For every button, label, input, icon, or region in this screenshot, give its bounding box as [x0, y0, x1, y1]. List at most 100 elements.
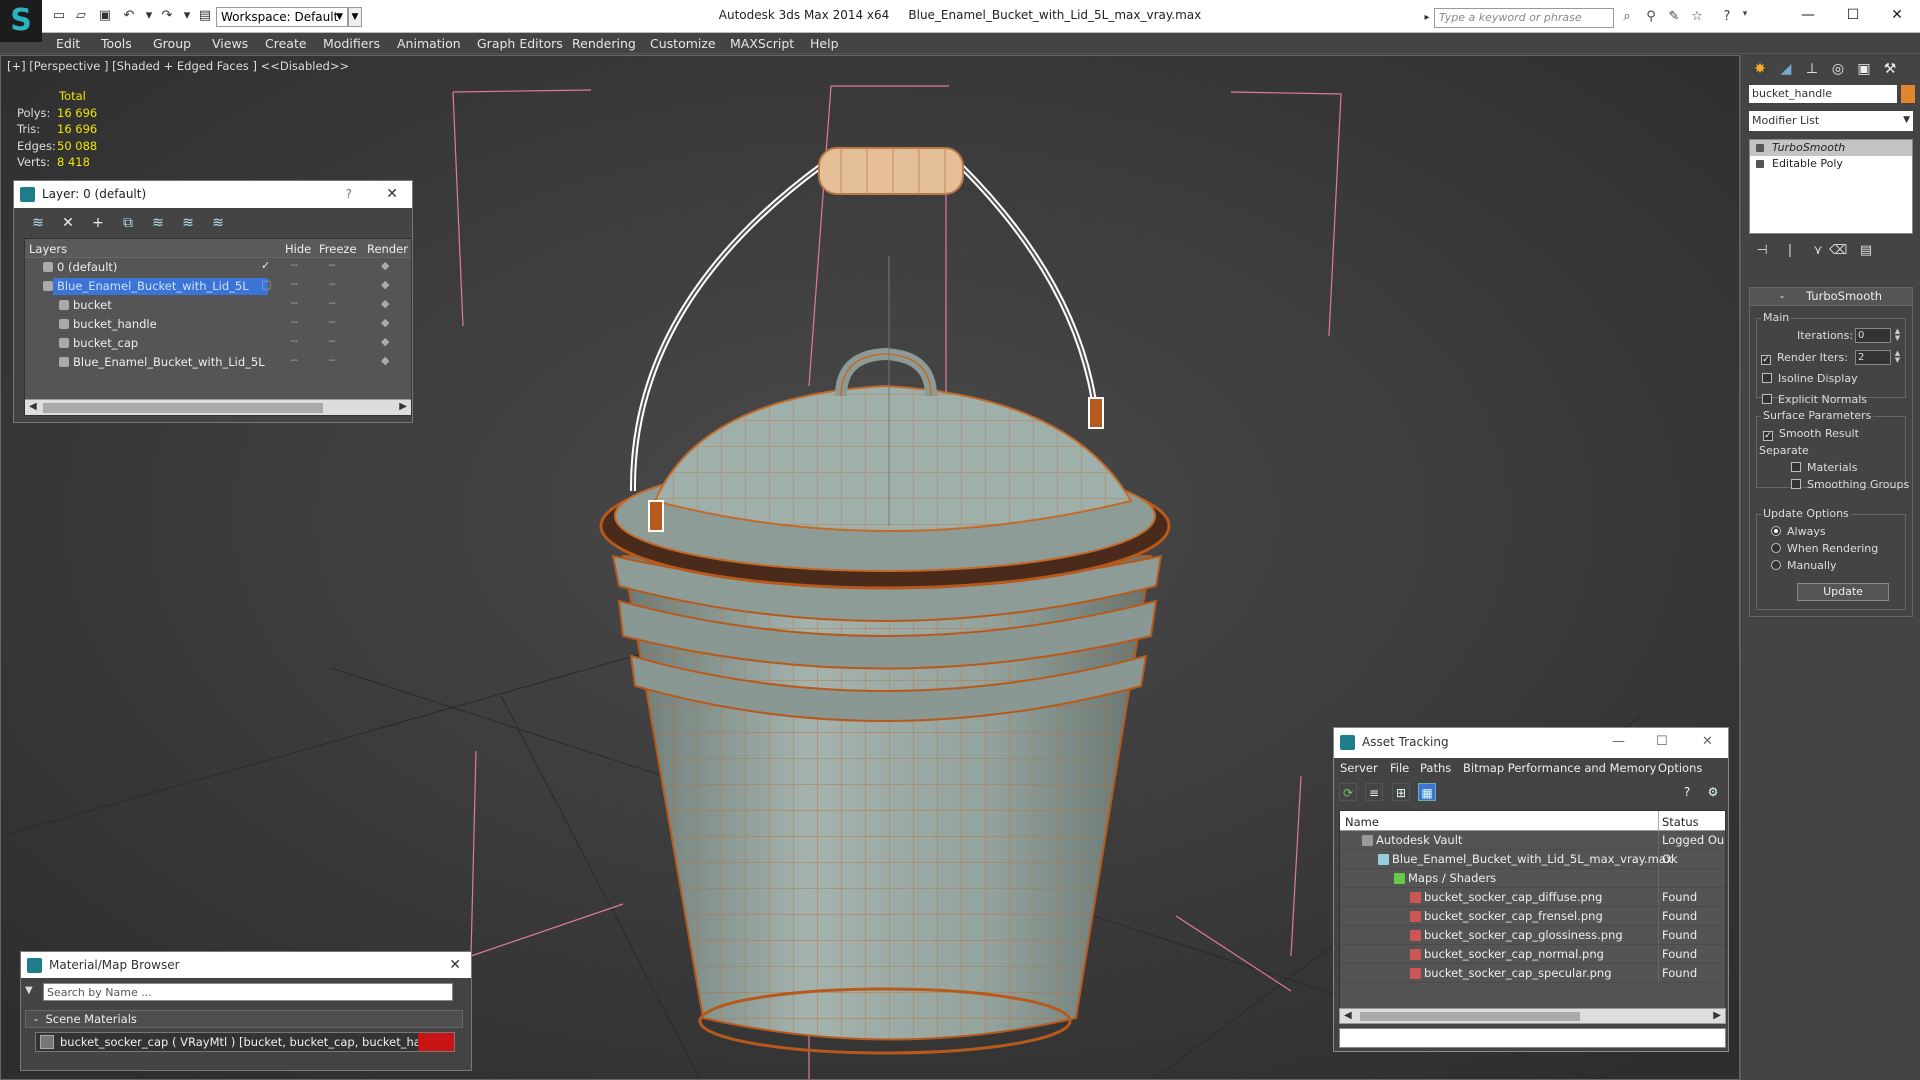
object-name-input[interactable]: bucket_handle — [1749, 85, 1897, 103]
scroll-left-icon[interactable]: ◀ — [1344, 1010, 1352, 1021]
delete-layer-icon[interactable]: ✕ — [58, 213, 78, 233]
hierarchy-tab-icon[interactable]: ⊥ — [1801, 58, 1823, 80]
help-icon[interactable]: ? — [346, 181, 352, 207]
select-objects-icon[interactable]: ⧉ — [118, 213, 138, 233]
freeze-toggle[interactable]: ┄ — [329, 335, 336, 348]
scroll-left-icon[interactable]: ◀ — [29, 401, 37, 412]
active-layer-check-icon[interactable]: ✓ — [261, 259, 270, 272]
freeze-toggle[interactable]: ┄ — [329, 259, 336, 272]
material-browser-titlebar[interactable]: Material/Map Browser ✕ — [21, 952, 471, 978]
status-column-header[interactable]: Status — [1662, 815, 1699, 829]
manually-row[interactable]: Manually — [1771, 559, 1837, 572]
spinner-arrows-icon[interactable]: ▲ ▼ — [1893, 350, 1902, 365]
scrollbar-thumb[interactable] — [1360, 1012, 1580, 1021]
menu-edit[interactable]: Edit — [56, 36, 80, 51]
scrollbar-thumb[interactable] — [43, 403, 323, 413]
stack-item-editable-poly[interactable]: Editable Poly — [1750, 156, 1912, 172]
stack-item-turbosmooth[interactable]: TurboSmooth — [1750, 140, 1912, 156]
smooth-result-checkbox[interactable]: ✓ — [1763, 431, 1773, 441]
tree-view-icon[interactable]: ⊞ — [1392, 783, 1410, 801]
layer-row[interactable]: Blue_Enamel_Bucket_with_Lid_5L ┄ ┄ ◆ — [25, 353, 411, 372]
menu-views[interactable]: Views — [212, 36, 248, 51]
pin-stack-icon[interactable]: ⊣ — [1753, 243, 1771, 261]
render-toggle-icon[interactable]: ◆ — [381, 354, 389, 367]
add-to-layer-icon[interactable]: + — [88, 213, 108, 233]
layer-row[interactable]: bucket_handle ┄ ┄ ◆ — [25, 315, 411, 334]
create-layer-icon[interactable]: ≋ — [28, 213, 48, 233]
scroll-right-icon[interactable]: ▶ — [399, 401, 407, 412]
hide-toggle[interactable]: ┄ — [291, 335, 298, 348]
iterations-spinner[interactable]: 0 — [1855, 328, 1891, 343]
scene-materials-group[interactable]: - Scene Materials — [25, 1010, 463, 1028]
asset-row[interactable]: Autodesk Vault Logged Ou — [1340, 831, 1725, 850]
menu-modifiers[interactable]: Modifiers — [323, 36, 380, 51]
modify-tab-icon[interactable]: ◢ — [1775, 58, 1797, 80]
freeze-toggle[interactable]: ┄ — [329, 316, 336, 329]
list-view-icon[interactable]: ≡ — [1365, 783, 1383, 801]
layer-row[interactable]: bucket ┄ ┄ ◆ — [25, 296, 411, 315]
utilities-tab-icon[interactable]: ⚒ — [1879, 58, 1901, 80]
close-icon[interactable]: ✕ — [386, 181, 398, 207]
isoline-display-row[interactable]: Isoline Display — [1762, 372, 1858, 385]
layer-panel-titlebar[interactable]: Layer: 0 (default) ? ✕ — [14, 181, 412, 208]
always-radio[interactable] — [1771, 526, 1781, 536]
asset-menu-bitmap-performance[interactable]: Bitmap Performance and Memory — [1463, 761, 1656, 775]
smoothing-groups-checkbox[interactable] — [1791, 479, 1801, 489]
search-by-name-input[interactable]: Search by Name ... — [43, 983, 453, 1001]
layer-row[interactable]: 0 (default) ✓ ┄ ┄ ◆ — [25, 258, 411, 277]
render-toggle-icon[interactable]: ◆ — [381, 335, 389, 348]
motion-tab-icon[interactable]: ◎ — [1827, 58, 1849, 80]
maximize-icon[interactable]: ☐ — [1656, 728, 1668, 756]
freeze-toggle[interactable]: ┄ — [329, 278, 336, 291]
menu-create[interactable]: Create — [265, 36, 307, 51]
render-iters-checkbox[interactable]: ✓ — [1761, 355, 1771, 365]
menu-tools[interactable]: Tools — [101, 36, 132, 51]
explicit-normals-row[interactable]: Explicit Normals — [1762, 393, 1867, 406]
table-view-icon[interactable]: ▦ — [1418, 783, 1436, 801]
layers-column-header[interactable]: Layers — [29, 242, 67, 256]
asset-tracking-titlebar[interactable]: Asset Tracking — ☐ ✕ — [1334, 728, 1728, 758]
hide-column-header[interactable]: Hide — [285, 242, 311, 256]
asset-row[interactable]: bucket_socker_cap_normal.png Found — [1340, 945, 1725, 964]
refresh-icon[interactable]: ⟳ — [1339, 783, 1357, 801]
smooth-result-row[interactable]: ✓ Smooth Result — [1763, 427, 1859, 441]
display-tab-icon[interactable]: ▣ — [1853, 58, 1875, 80]
create-tab-icon[interactable]: ✸ — [1749, 58, 1771, 80]
render-iters-spinner[interactable]: 2 — [1855, 350, 1891, 365]
close-icon[interactable]: ✕ — [1874, 3, 1920, 27]
configure-sets-icon[interactable]: ▤ — [1857, 243, 1875, 261]
modifier-list-dropdown[interactable]: Modifier List ▼ — [1749, 111, 1913, 131]
hide-all-layers-icon[interactable]: ≋ — [178, 213, 198, 233]
spinner-arrows-icon[interactable]: ▲ ▼ — [1893, 328, 1902, 343]
binoculars-icon[interactable]: ⌕ — [1618, 9, 1636, 27]
render-column-header[interactable]: Render — [367, 242, 408, 256]
menu-graph-editors[interactable]: Graph Editors — [477, 36, 563, 51]
asset-row[interactable]: Maps / Shaders — [1340, 869, 1725, 888]
layer-row[interactable]: bucket_cap ┄ ┄ ◆ — [25, 334, 411, 353]
render-toggle-icon[interactable]: ◆ — [381, 278, 389, 291]
render-toggle-icon[interactable]: ◆ — [381, 297, 389, 310]
help-icon[interactable]: ? — [1718, 9, 1736, 27]
explicit-normals-checkbox[interactable] — [1762, 394, 1772, 404]
favorites-star-icon[interactable]: ☆ — [1688, 9, 1706, 27]
keyword-search-input[interactable]: Type a keyword or phrase — [1434, 8, 1614, 28]
asset-row[interactable]: bucket_socker_cap_specular.png Found — [1340, 964, 1725, 983]
material-list-item[interactable]: bucket_socker_cap ( VRayMtl ) [bucket, b… — [35, 1032, 455, 1052]
asset-menu-server[interactable]: Server — [1340, 761, 1378, 775]
maximize-icon[interactable]: ☐ — [1830, 3, 1876, 27]
help-context-icon[interactable]: ⚙ — [1704, 783, 1722, 801]
minimize-icon[interactable]: — — [1785, 3, 1831, 27]
layer-row[interactable]: Blue_Enamel_Bucket_with_Lid_5L ▢ ┄ ┄ ◆ — [25, 277, 411, 296]
asset-row[interactable]: bucket_socker_cap_diffuse.png Found — [1340, 888, 1725, 907]
render-toggle-icon[interactable]: ◆ — [381, 259, 389, 272]
viewport-label-menu[interactable]: [+] [Perspective ] [Shaded + Edged Faces… — [7, 59, 349, 73]
asset-menu-paths[interactable]: Paths — [1420, 761, 1451, 775]
close-icon[interactable]: ✕ — [1702, 728, 1713, 756]
communication-center-icon[interactable]: ✎ — [1665, 9, 1683, 27]
asset-row[interactable]: bucket_socker_cap_frensel.png Found — [1340, 907, 1725, 926]
hide-toggle[interactable]: ┄ — [291, 278, 298, 291]
hide-toggle[interactable]: ┄ — [291, 354, 298, 367]
materials-checkbox[interactable] — [1791, 462, 1801, 472]
scroll-right-icon[interactable]: ▶ — [1713, 1010, 1721, 1021]
help-dropdown-icon[interactable]: ▾ — [1736, 9, 1754, 27]
